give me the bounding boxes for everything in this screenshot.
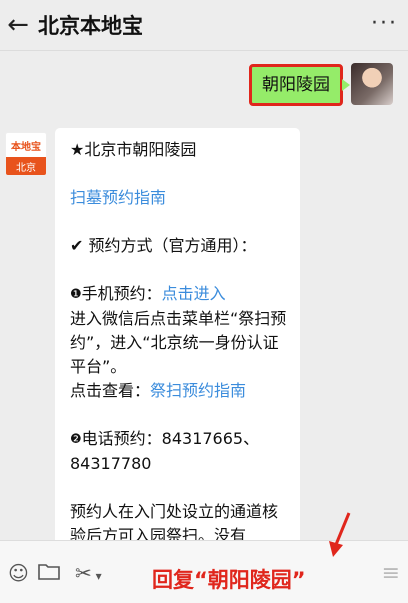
pointer-arrow-icon: [329, 512, 351, 557]
list-icon[interactable]: ≡: [382, 561, 400, 586]
phone-line: ❶手机预约：点击进入: [70, 282, 288, 307]
back-arrow-icon[interactable]: ←: [0, 0, 36, 50]
number-one-icon: ❶: [70, 287, 82, 302]
phone-desc: 进入微信后点击菜单栏“祭扫预约”，进入“北京统一身份认证平台”。: [70, 309, 287, 376]
bottom-bar: ☺ ✂ ▾ 回复“朝阳陵园” ≡: [0, 512, 408, 603]
bot-avatar[interactable]: 本地宝 北京: [5, 132, 47, 176]
more-icon[interactable]: ···: [371, 11, 398, 36]
view-label: 点击查看：: [70, 381, 151, 400]
view-line: 点击查看：祭扫预约指南: [70, 379, 288, 403]
scissors-icon[interactable]: ✂ ▾: [75, 561, 102, 585]
guide-link[interactable]: 扫墓预约指南: [70, 186, 288, 210]
enter-link[interactable]: 点击进入: [162, 284, 226, 303]
folder-icon[interactable]: [38, 561, 60, 585]
tel-text: 电话预约：84317665、84317780: [70, 429, 260, 473]
incoming-bubble: ★北京市朝阳陵园 扫墓预约指南 ✔ 预约方式（官方通用）： ❶手机预约：点击进入…: [55, 128, 300, 558]
check-icon: ✔: [70, 236, 84, 255]
method-line: ✔ 预约方式（官方通用）：: [70, 234, 288, 258]
method-title: 预约方式（官方通用）：: [88, 236, 257, 255]
outgoing-message: 朝阳陵园: [249, 63, 393, 106]
top-bar: ← 北京本地宝 ···: [0, 0, 408, 51]
emoji-icon[interactable]: ☺: [8, 561, 29, 585]
park-heading: ★北京市朝阳陵园: [70, 140, 197, 159]
tel-line: ❷电话预约：84317665、84317780: [70, 427, 288, 476]
logo-city: 北京: [6, 157, 46, 175]
phone-label: 手机预约：: [81, 284, 162, 303]
outgoing-bubble[interactable]: 朝阳陵园: [249, 64, 350, 106]
chat-title: 北京本地宝: [38, 14, 143, 38]
number-two-icon: ❷: [70, 432, 82, 447]
view-guide-link[interactable]: 祭扫预约指南: [150, 381, 246, 400]
reply-hint: 回复“朝阳陵园”: [152, 568, 306, 592]
logo-text: 本地宝: [11, 141, 41, 153]
user-avatar[interactable]: [351, 63, 393, 105]
